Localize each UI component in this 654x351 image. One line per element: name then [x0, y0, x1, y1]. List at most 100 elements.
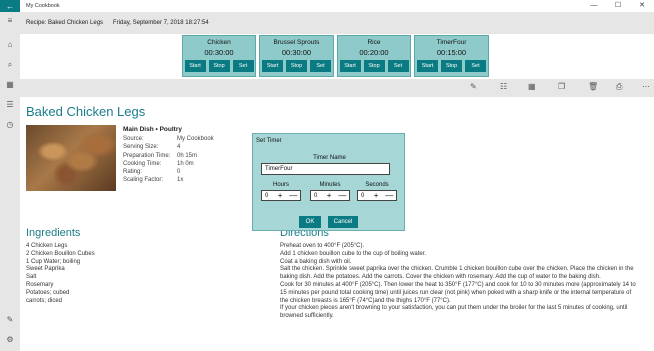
ingredient-item: Potatoes; cubed — [26, 289, 70, 296]
info-value: 0 — [177, 169, 181, 176]
recipe-photo — [26, 125, 116, 191]
timer-name: Brussel Sprouts — [273, 39, 320, 46]
home-icon[interactable]: ⌂ — [0, 40, 20, 49]
timer-panel-timerfour: TimerFour 00:15:00 Start Stop Set — [414, 35, 489, 77]
seconds-decrement-icon[interactable]: — — [383, 191, 396, 201]
timer-time: 00:20:00 — [359, 48, 389, 57]
timer-time: 00:30:00 — [204, 48, 234, 57]
search-icon[interactable]: ⌕ — [0, 60, 20, 70]
minutes-stepper[interactable]: 0 + — — [310, 190, 350, 201]
list-icon[interactable]: ☰ — [0, 100, 20, 109]
directions-text: Preheat oven to 400°F (205°C). Add 1 chi… — [280, 243, 636, 321]
info-row: Source: My Cookbook — [123, 136, 214, 144]
timer-set-button[interactable]: Set — [310, 60, 331, 72]
timer-set-button[interactable]: Set — [465, 60, 486, 72]
ingredient-item: 1 Cup Water; boiling — [26, 258, 81, 265]
hours-increment-icon[interactable]: + — [274, 191, 287, 201]
copy-icon[interactable]: ❐ — [558, 82, 565, 91]
timer-time: 00:30:00 — [281, 48, 312, 57]
back-icon[interactable]: ← — [0, 0, 20, 12]
direction-step: Add 1 chicken bouillon cube to the cup o… — [280, 250, 427, 257]
ingredient-item: Sweet Paprika — [26, 266, 65, 273]
timer-name-label: Timer Name — [313, 155, 346, 161]
minimize-icon[interactable]: — — [582, 0, 606, 12]
timer-panel-chicken: Chicken 00:30:00 Start Stop Set — [182, 35, 256, 77]
timer-icon[interactable]: ◷ — [0, 120, 20, 129]
delete-icon[interactable]: 🗑 — [588, 82, 598, 91]
calendar-add-icon[interactable]: ▦ — [528, 82, 536, 91]
info-row: Scaling Factor: 1x — [123, 177, 214, 185]
ok-button[interactable]: OK — [299, 216, 321, 228]
settings-icon[interactable]: ⚙ — [0, 335, 20, 344]
info-key: Serving Size: — [123, 144, 159, 151]
date-label: Friday, September 7, 2018 18:27:54 — [113, 20, 209, 26]
timer-panel-rice: Rice 00:20:00 Start Stop Set — [337, 35, 411, 77]
minutes-increment-icon[interactable]: + — [323, 191, 336, 201]
hours-stepper[interactable]: 0 + — — [261, 190, 301, 201]
info-row: Serving Size: 4 — [123, 144, 214, 152]
menu-icon[interactable]: ≡ — [0, 16, 20, 25]
minutes-decrement-icon[interactable]: — — [336, 191, 349, 201]
timer-start-button[interactable]: Start — [184, 60, 206, 72]
minutes-label: Minutes — [319, 182, 341, 188]
timer-name: Rice — [367, 39, 381, 46]
info-value: My Cookbook — [177, 136, 214, 142]
hours-value[interactable]: 0 — [262, 193, 274, 199]
info-key: Rating: — [123, 169, 143, 176]
direction-step: Cook for 30 minutes at 400°F (205°C). Th… — [280, 281, 636, 304]
timer-panel-brussel-sprouts: Brussel Sprouts 00:30:00 Start Stop Set — [259, 35, 334, 77]
ingredient-item: Rosemary — [26, 281, 54, 288]
ingredient-item: carrots; diced — [26, 297, 63, 304]
ingredient-item: Salt — [26, 274, 37, 281]
recipe-title: Baked Chicken Legs — [26, 104, 146, 119]
title-bar: ← My Cookbook — ☐ ✕ — [0, 0, 654, 12]
timer-start-button[interactable]: Start — [417, 60, 438, 72]
direction-step: Coat a baking dish with oil. — [280, 258, 352, 265]
timer-set-button[interactable]: Set — [387, 60, 409, 72]
info-value: 1h 0m — [177, 160, 194, 167]
timer-start-button[interactable]: Start — [262, 60, 283, 72]
info-value: 1x — [177, 177, 184, 184]
calendar-icon[interactable]: ▦ — [0, 80, 20, 89]
app-title: My Cookbook — [26, 3, 60, 9]
timer-stop-button[interactable]: Stop — [441, 60, 462, 72]
seconds-value[interactable]: 0 — [358, 193, 370, 199]
nav-rail: ≡ ⌂ ⌕ ▦ ☰ ◷ ✎ ⚙ — [0, 12, 20, 351]
timer-name-input[interactable]: TimerFour — [261, 163, 390, 175]
seconds-stepper[interactable]: 0 + — — [357, 190, 397, 201]
more-icon[interactable]: ⋯ — [642, 82, 650, 91]
shopping-list-icon[interactable]: ☷ — [500, 82, 507, 91]
timer-stop-button[interactable]: Stop — [363, 60, 385, 72]
close-icon[interactable]: ✕ — [630, 0, 654, 12]
cancel-button[interactable]: Cancel — [328, 216, 358, 228]
timer-set-button[interactable]: Set — [232, 60, 254, 72]
seconds-increment-icon[interactable]: + — [370, 191, 383, 201]
timer-stop-button[interactable]: Stop — [286, 60, 307, 72]
timer-stop-button[interactable]: Stop — [208, 60, 230, 72]
info-row: Rating: 0 — [123, 169, 214, 177]
ingredient-item: 2 Chicken Bouillon Cubes — [26, 250, 95, 257]
info-key: Source: — [123, 136, 144, 142]
ingredients-heading: Ingredients — [26, 227, 81, 239]
timer-name: Chicken — [207, 39, 231, 46]
timer-start-button[interactable]: Start — [339, 60, 361, 72]
direction-step: Salt the chicken. Sprinkle sweet paprika… — [280, 266, 634, 281]
command-bar: ✎ ☷ ▦ ❐ 🗑 ⎙ ⋯ — [20, 79, 654, 97]
set-timer-dialog: Set Timer Timer Name TimerFour Hours 0 +… — [252, 133, 405, 231]
hours-decrement-icon[interactable]: — — [287, 191, 300, 201]
recipe-category: Main Dish • Poultry — [123, 126, 182, 133]
recipe-label: Recipe: Baked Chicken Legs — [26, 20, 104, 26]
window-controls: — ☐ ✕ — [582, 0, 654, 12]
minutes-value[interactable]: 0 — [311, 193, 323, 199]
timer-name: TimerFour — [436, 39, 467, 46]
info-key: Cooking Time: — [123, 160, 162, 167]
direction-step: If your chicken pieces aren't browning t… — [280, 305, 628, 320]
dialog-title: Set Timer — [256, 138, 282, 144]
edit-recipe-icon[interactable]: ✎ — [470, 82, 477, 91]
maximize-icon[interactable]: ☐ — [606, 0, 630, 12]
seconds-label: Seconds — [365, 182, 389, 188]
timer-time: 00:15:00 — [436, 48, 467, 57]
edit-icon[interactable]: ✎ — [0, 315, 20, 324]
print-icon[interactable]: ⎙ — [616, 82, 622, 92]
info-key: Scaling Factor: — [123, 177, 164, 184]
